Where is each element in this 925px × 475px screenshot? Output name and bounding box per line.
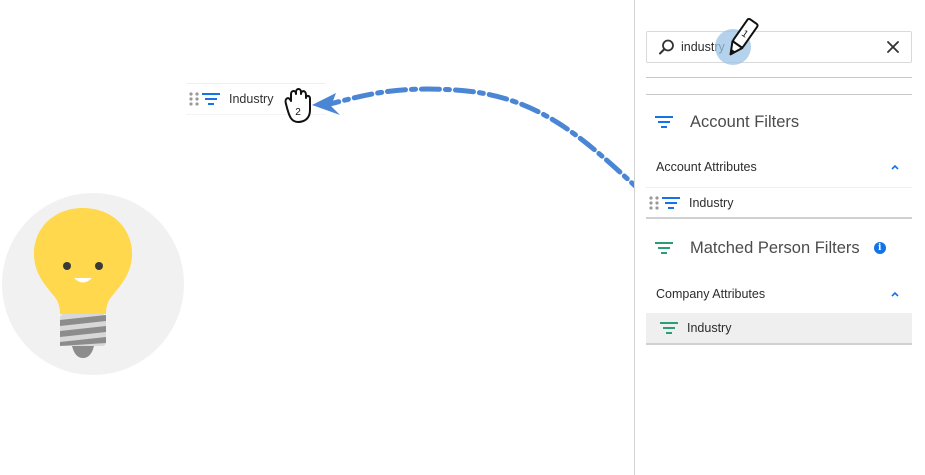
account-industry-item[interactable]: Industry <box>646 187 912 219</box>
info-icon[interactable]: i <box>873 242 886 254</box>
clear-search-icon[interactable] <box>885 39 901 55</box>
filter-icon <box>202 93 220 105</box>
search-field[interactable]: industry <box>646 31 912 63</box>
dragged-item-label: Industry <box>229 92 274 106</box>
account-attributes-label: Account Attributes <box>656 160 757 174</box>
company-attributes-label: Company Attributes <box>656 287 766 301</box>
lightbulb-icon <box>2 193 184 375</box>
account-industry-label: Industry <box>689 195 734 210</box>
person-filters-title: Matched Person Filters <box>690 238 860 257</box>
company-industry-item[interactable]: Industry <box>646 313 912 345</box>
canvas-area[interactable]: Industry <box>0 0 634 475</box>
step-2-label: 2 <box>295 107 301 118</box>
pencil-annotation-icon: 1 <box>715 17 759 65</box>
company-industry-label: Industry <box>687 321 732 335</box>
account-attributes-group[interactable]: Account Attributes <box>646 155 912 179</box>
filter-icon <box>660 322 678 334</box>
drag-handle-icon[interactable] <box>189 92 199 106</box>
filter-icon <box>662 196 680 209</box>
drag-handle-icon[interactable] <box>649 195 659 210</box>
chevron-up-icon[interactable] <box>890 290 900 298</box>
lightbulb-illustration <box>0 186 184 384</box>
filter-panel: industry Account Filters Account Attribu… <box>634 0 925 475</box>
account-filter-icon <box>655 116 673 128</box>
person-filter-icon <box>655 242 673 254</box>
account-filters-title: Account Filters <box>690 112 800 131</box>
grab-hand-cursor-icon: 2 <box>284 88 311 123</box>
chevron-up-icon[interactable] <box>890 163 900 171</box>
account-filters-header[interactable]: Account Filters <box>646 109 912 135</box>
divider <box>646 77 912 78</box>
person-filters-header[interactable]: Matched Person Filters i <box>646 235 912 261</box>
company-attributes-group[interactable]: Company Attributes <box>646 282 912 306</box>
search-icon <box>659 39 674 55</box>
divider <box>646 94 912 95</box>
